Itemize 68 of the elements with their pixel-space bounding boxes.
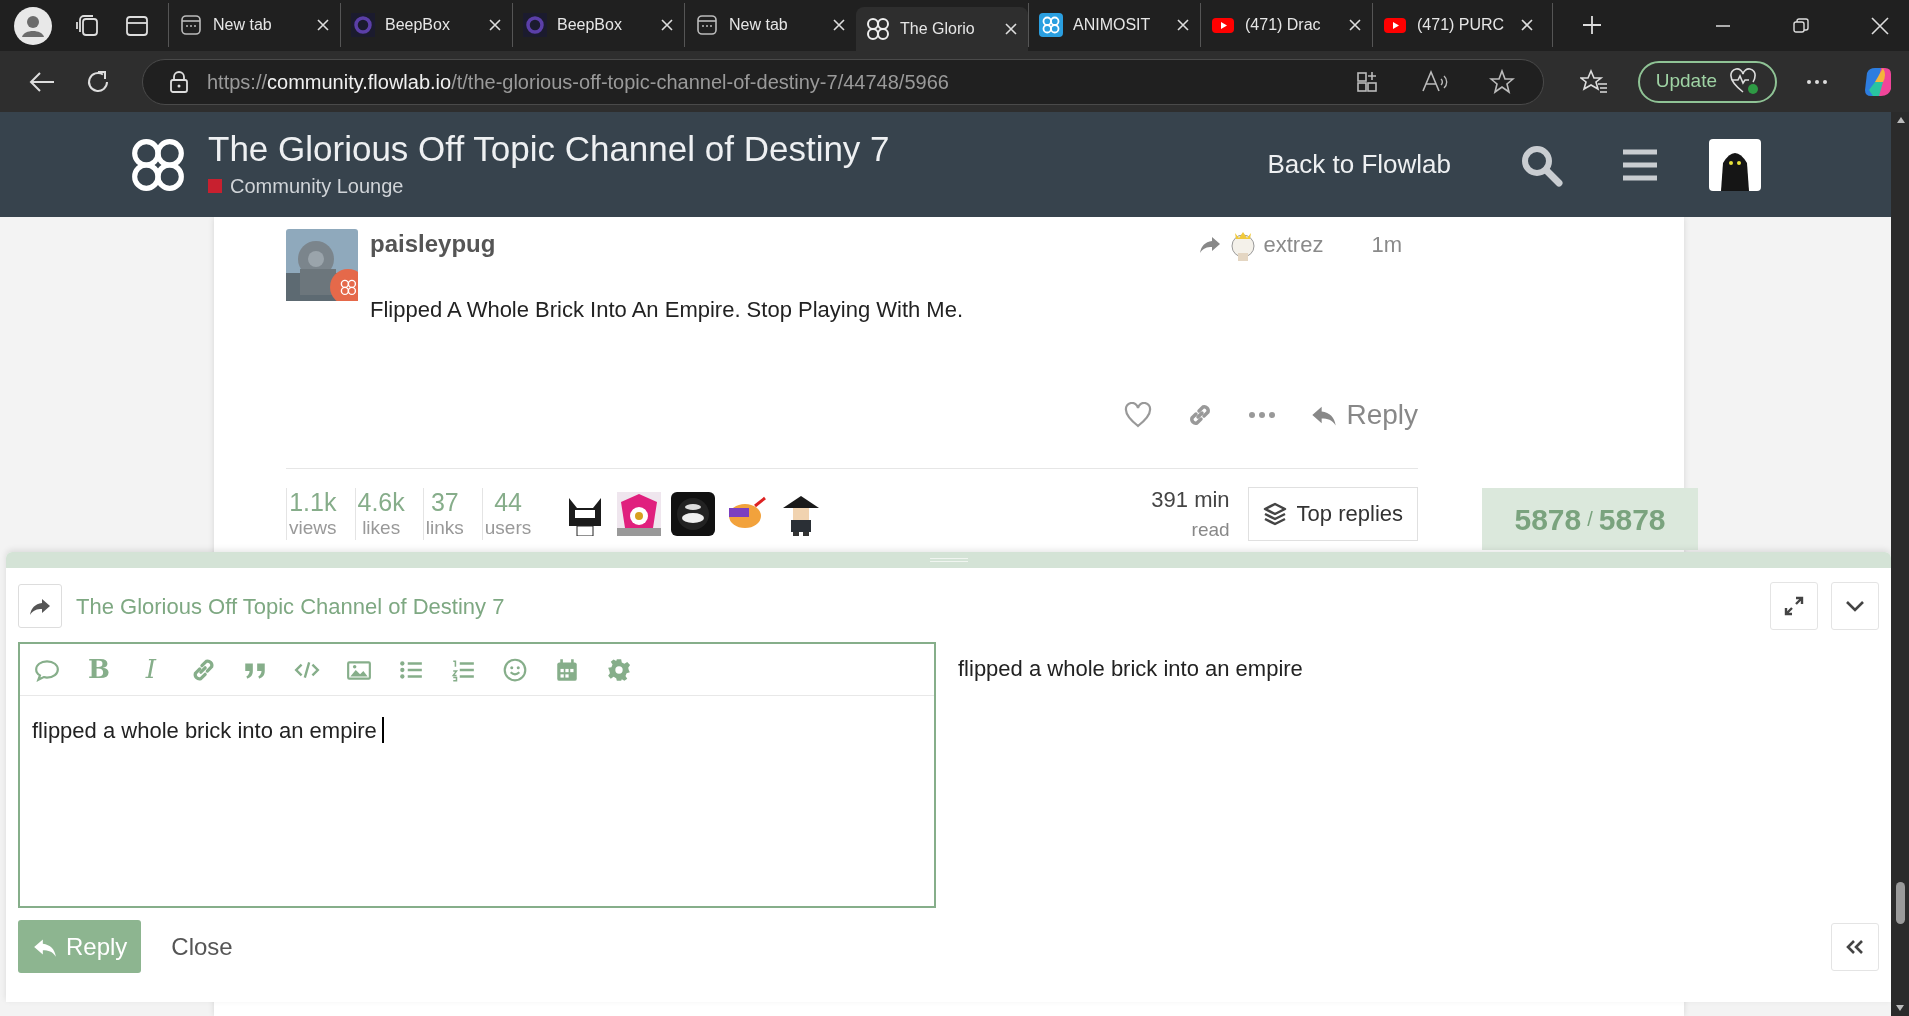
layers-icon xyxy=(1262,501,1287,526)
heart-icon[interactable] xyxy=(1124,402,1153,428)
close-icon[interactable] xyxy=(832,18,846,32)
close-icon[interactable] xyxy=(1176,18,1190,32)
url-text: https://community.flowlab.io/t/the-glorious-off-topic-channel-of-destiny-7/44748/5966 xyxy=(207,69,949,95)
close-icon[interactable] xyxy=(660,18,674,32)
read-label: read xyxy=(1191,518,1230,542)
ring-icon xyxy=(351,13,375,37)
back-link[interactable]: Back to Flowlab xyxy=(1267,145,1451,184)
scroll-down-icon[interactable] xyxy=(1895,1004,1905,1012)
restore-icon[interactable] xyxy=(1793,17,1809,34)
profile-icon[interactable] xyxy=(14,6,52,45)
topic-title[interactable]: The Glorious Off Topic Channel of Destiny 7 xyxy=(208,128,890,169)
ring-icon xyxy=(523,13,547,37)
fullscreen-button[interactable] xyxy=(1770,582,1818,630)
tab-title: BeepBox xyxy=(557,15,623,35)
close-icon[interactable] xyxy=(316,18,330,32)
text-input[interactable]: flipped a whole brick into an empire xyxy=(20,696,934,906)
reply-button[interactable]: Reply xyxy=(1310,394,1418,436)
tab-title: New tab xyxy=(729,15,789,35)
star-icon[interactable] xyxy=(1488,68,1515,95)
new-tab-icon xyxy=(695,13,719,37)
post-body: Flipped A Whole Brick Into An Empire. Stop Playing With Me. xyxy=(370,296,965,324)
scroll-up-icon[interactable] xyxy=(1895,116,1906,124)
flowlab-logo-icon[interactable] xyxy=(130,136,186,193)
toggle-preview-button[interactable] xyxy=(1831,922,1879,971)
browser-tab[interactable]: BeepBox xyxy=(512,3,684,47)
close-icon[interactable] xyxy=(488,18,502,32)
new-tab-icon xyxy=(179,13,203,37)
category-square xyxy=(208,178,222,193)
tab-title: New tab xyxy=(213,15,273,35)
flowlab-logo-icon xyxy=(1039,13,1063,37)
browser-tab[interactable]: (471) Drac xyxy=(1200,3,1372,47)
plus-icon[interactable] xyxy=(1581,14,1603,36)
expand-icon xyxy=(1783,595,1805,617)
more-icon[interactable] xyxy=(1805,77,1829,86)
lock-icon xyxy=(169,70,189,93)
close-icon[interactable] xyxy=(1871,16,1889,35)
scrollbar-thumb[interactable] xyxy=(1895,882,1905,924)
reply-type-button[interactable] xyxy=(18,584,62,628)
resize-grip[interactable] xyxy=(6,552,1891,568)
tab-title: The Glorio xyxy=(900,19,976,39)
collapse-button[interactable] xyxy=(1831,582,1879,630)
tab-title: (471) Drac xyxy=(1245,15,1322,35)
browser-tab[interactable]: New tab xyxy=(168,3,340,47)
username[interactable]: paisleypug xyxy=(370,226,496,262)
browser-tab[interactable]: (471) PURC xyxy=(1372,3,1544,47)
menu-icon[interactable] xyxy=(1621,147,1659,182)
browser-tab[interactable]: BeepBox xyxy=(340,3,512,47)
close-icon[interactable] xyxy=(1004,22,1018,36)
browser-tab[interactable]: ANIMOSIT xyxy=(1028,3,1200,47)
tab-title: (471) PURC xyxy=(1417,15,1506,35)
update-button[interactable]: Update xyxy=(1637,60,1777,103)
close-icon[interactable] xyxy=(1520,18,1534,32)
scrollbar[interactable] xyxy=(1891,112,1909,1016)
flowlab-logo-icon xyxy=(866,17,890,41)
browser-tab[interactable]: The Glorio xyxy=(856,7,1028,51)
close-button[interactable]: Close xyxy=(171,928,233,965)
tab-title: ANIMOSIT xyxy=(1073,15,1152,35)
category-link[interactable]: Community Lounge xyxy=(230,170,404,201)
tab-title: BeepBox xyxy=(385,15,451,35)
top-replies-button[interactable]: Top replies xyxy=(1247,486,1418,541)
heart-pulse-icon xyxy=(1729,67,1759,96)
close-icon[interactable] xyxy=(1348,18,1362,32)
address-bar[interactable]: https://community.flowlab.io/t/the-glorious-off-topic-channel-of-destiny-7/44748/5966 xyxy=(142,58,1544,105)
preview-text: flipped a whole brick into an empire xyxy=(958,655,1303,683)
favorites-icon[interactable] xyxy=(1579,68,1608,95)
read-time: 391 min xyxy=(1151,486,1230,514)
